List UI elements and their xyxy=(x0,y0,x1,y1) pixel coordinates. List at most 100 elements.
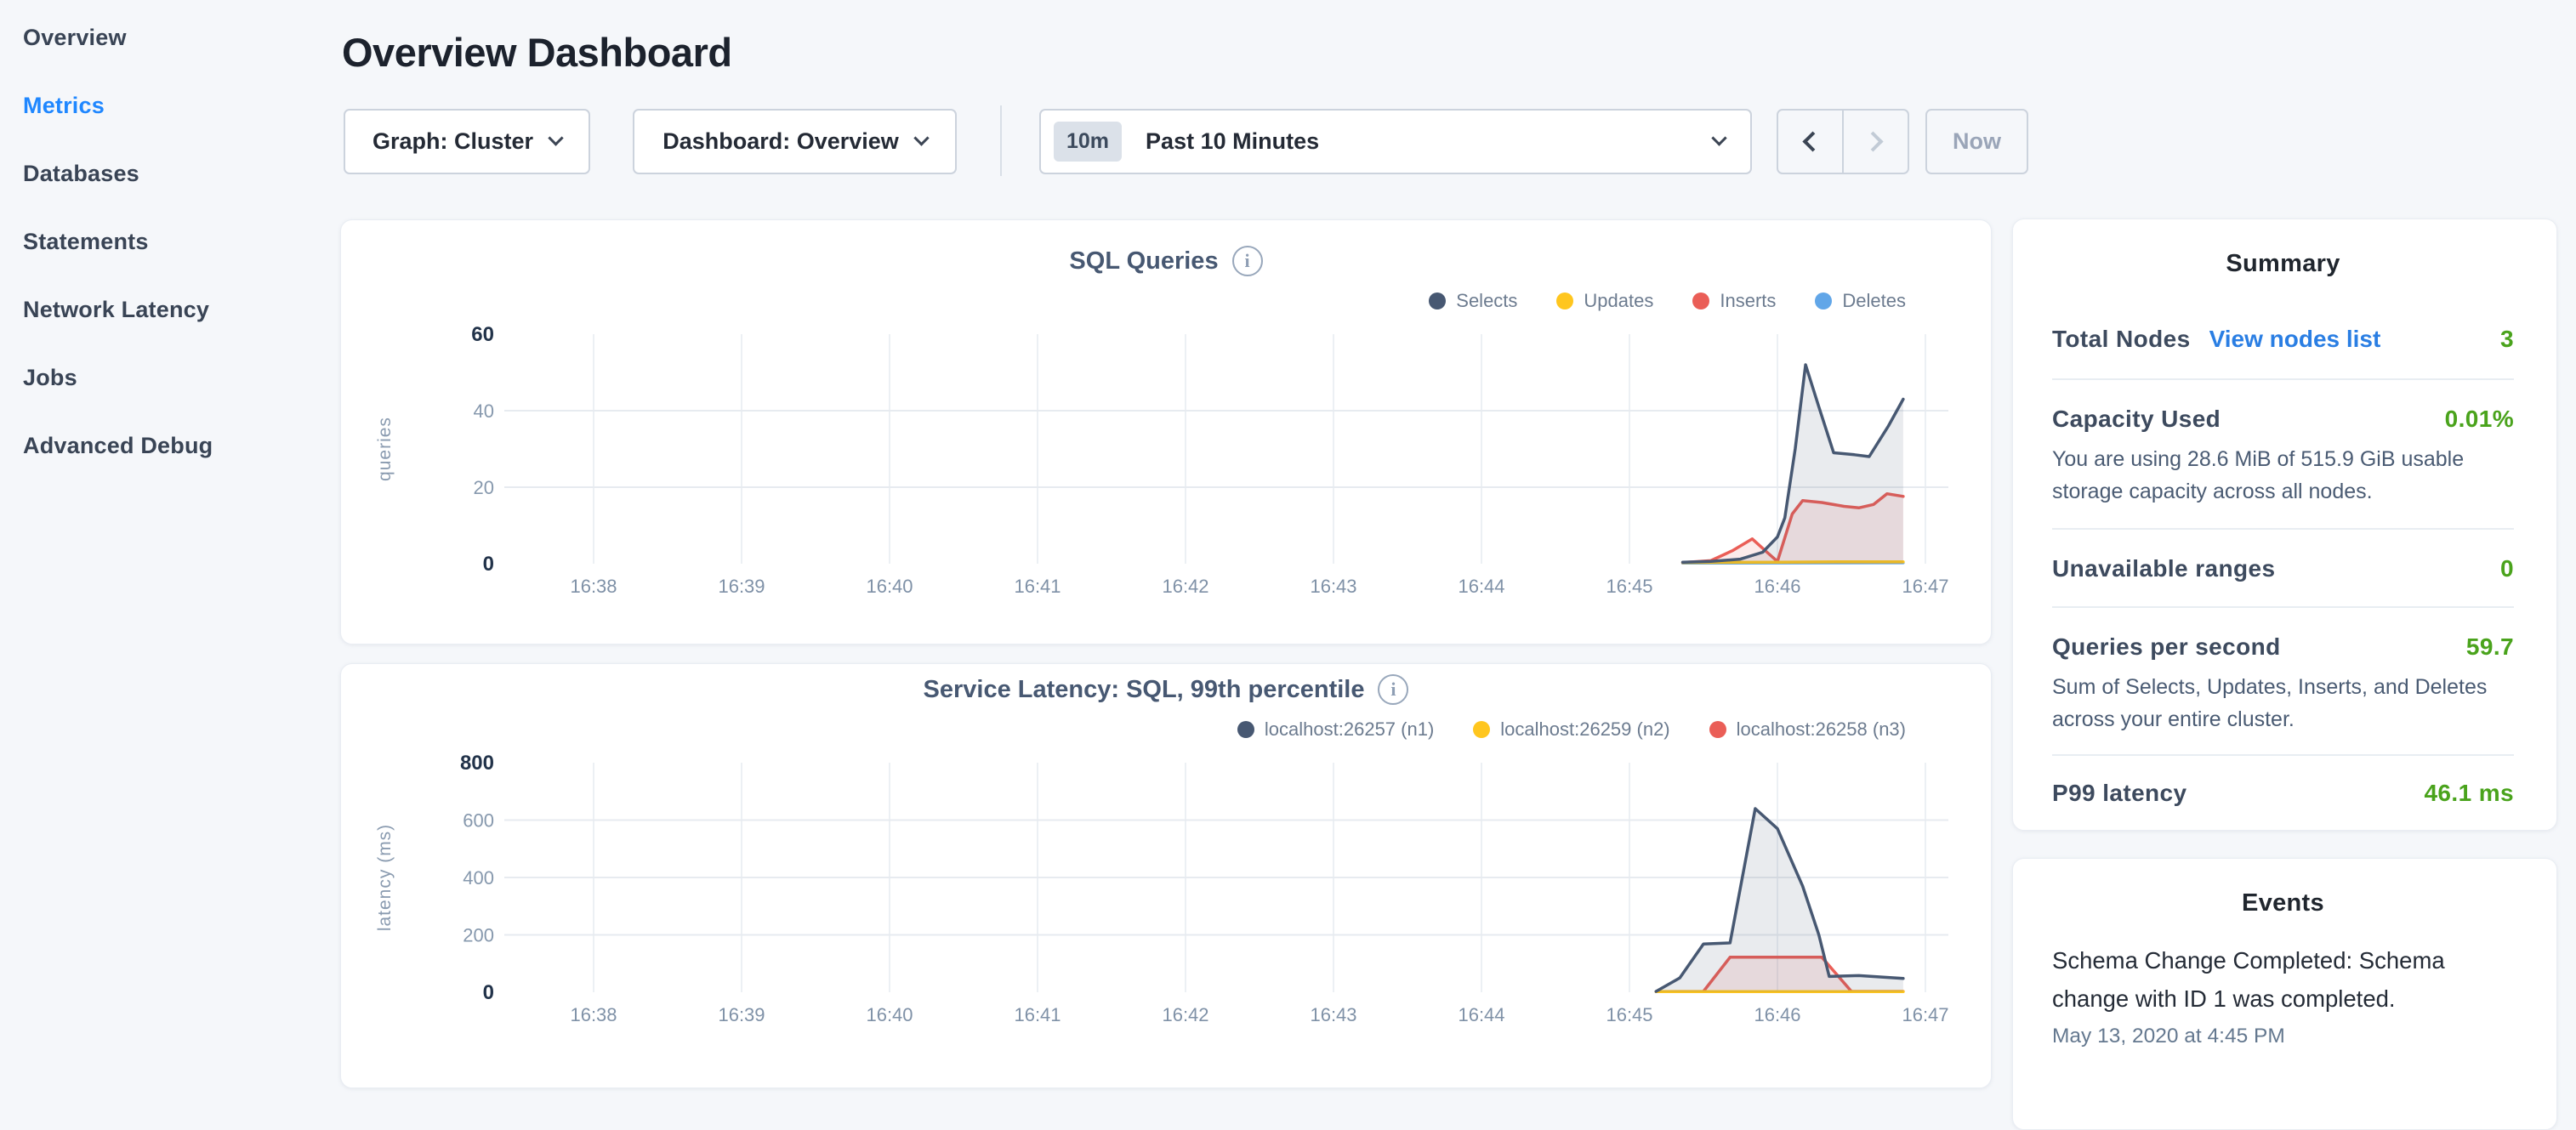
p99-latency-value: 46.1 ms xyxy=(2424,780,2514,807)
qps-label: Queries per second xyxy=(2052,633,2281,661)
summary-title: Summary xyxy=(2052,219,2514,278)
x-axis-tick-label: 16:42 xyxy=(1162,576,1208,597)
event-timestamp: May 13, 2020 at 4:45 PM xyxy=(2052,1025,2514,1048)
graph-scope-dropdown[interactable]: Graph: Cluster xyxy=(344,109,590,174)
sidebar: Overview Metrics Databases Statements Ne… xyxy=(0,3,340,480)
x-axis-tick-label: 16:40 xyxy=(866,1004,913,1025)
legend-label: localhost:26257 (n1) xyxy=(1265,718,1434,741)
x-axis-tick-label: 16:47 xyxy=(1902,1004,1948,1025)
x-axis-tick-label: 16:43 xyxy=(1310,576,1356,597)
chart-title: SQL Queries xyxy=(1069,247,1218,275)
sidebar-item-databases[interactable]: Databases xyxy=(0,139,340,207)
y-axis-tick-label: 0 xyxy=(483,553,494,576)
y-axis-title: queries xyxy=(375,417,395,481)
y-axis-tick-label: 0 xyxy=(483,981,494,1004)
x-axis-tick-label: 16:44 xyxy=(1458,576,1504,597)
service-latency-chart[interactable]: 16:3816:3916:4016:4116:4216:4316:4416:45… xyxy=(358,744,1974,1037)
page-title: Overview Dashboard xyxy=(342,29,732,76)
capacity-used-value: 0.01% xyxy=(2445,406,2514,433)
legend-dot-icon xyxy=(1237,721,1254,738)
capacity-used-label: Capacity Used xyxy=(2052,406,2221,433)
legend-dot-icon xyxy=(1556,292,1573,309)
legend-label: Selects xyxy=(1456,290,1517,312)
legend-dot-icon xyxy=(1473,721,1490,738)
summary-row-qps: Queries per second 59.7 Sum of Selects, … xyxy=(2052,608,2514,756)
y-axis-tick-label: 60 xyxy=(471,323,494,346)
total-nodes-value: 3 xyxy=(2500,326,2514,353)
legend-dot-icon xyxy=(1429,292,1446,309)
sql-queries-chart-card: SQL Queries i SelectsUpdatesInsertsDelet… xyxy=(340,219,1992,644)
total-nodes-label: Total Nodes xyxy=(2052,326,2191,353)
x-axis-tick-label: 16:45 xyxy=(1606,576,1652,597)
capacity-used-description: You are using 28.6 MiB of 515.9 GiB usab… xyxy=(2052,443,2514,508)
sidebar-item-advanced-debug[interactable]: Advanced Debug xyxy=(0,412,340,480)
y-axis-tick-label: 20 xyxy=(474,477,494,498)
legend-item: Selects xyxy=(1429,290,1517,312)
y-axis-title: latency (ms) xyxy=(375,824,395,931)
info-icon[interactable]: i xyxy=(1378,674,1408,705)
legend-item: localhost:26259 (n2) xyxy=(1473,718,1669,741)
sql-queries-chart[interactable]: 16:38 16:39 16:40 16:41 16:42 16:43 16:44 16:45… xyxy=(358,315,1974,609)
unavailable-ranges-label: Unavailable ranges xyxy=(2052,555,2275,582)
graph-scope-label: Graph: Cluster xyxy=(372,128,533,155)
dashboard-label: Dashboard: Overview xyxy=(662,128,899,155)
summary-row-total-nodes: Total Nodes View nodes list 3 xyxy=(2052,278,2514,380)
events-title: Events xyxy=(2052,859,2514,917)
summary-row-unavailable-ranges: Unavailable ranges 0 xyxy=(2052,530,2514,608)
view-nodes-list-link[interactable]: View nodes list xyxy=(2209,326,2381,353)
x-axis-tick-label: 16:38 xyxy=(570,576,617,597)
y-axis-tick-label: 400 xyxy=(463,867,494,889)
sidebar-item-jobs[interactable]: Jobs xyxy=(0,344,340,412)
x-axis-tick-label: 16:39 xyxy=(718,1004,765,1025)
y-axis-tick-label: 200 xyxy=(463,925,494,946)
summary-row-p99: P99 latency 46.1 ms xyxy=(2052,756,2514,807)
x-axis-tick-label: 16:44 xyxy=(1458,1004,1504,1025)
legend-dot-icon xyxy=(1709,721,1726,738)
x-axis-tick-label: 16:40 xyxy=(866,576,913,597)
service-latency-chart-card: Service Latency: SQL, 99th percentile i … xyxy=(340,663,1992,1088)
sidebar-item-overview[interactable]: Overview xyxy=(0,3,340,71)
time-range-dropdown[interactable]: 10m Past 10 Minutes xyxy=(1039,109,1752,174)
time-window-badge: 10m xyxy=(1054,122,1122,162)
summary-row-capacity: Capacity Used 0.01% You are using 28.6 M… xyxy=(2052,380,2514,530)
y-axis-tick-label: 40 xyxy=(474,400,494,422)
y-axis-tick-label: 800 xyxy=(460,752,494,775)
legend-item: Deletes xyxy=(1815,290,1906,312)
toolbar-divider xyxy=(1000,105,1002,176)
x-axis-tick-label: 16:38 xyxy=(570,1004,617,1025)
info-icon[interactable]: i xyxy=(1232,246,1263,276)
legend-label: Deletes xyxy=(1842,290,1906,312)
x-axis-tick-label: 16:39 xyxy=(718,576,765,597)
chart-legend: SelectsUpdatesInsertsDeletes xyxy=(341,288,1906,314)
legend-item: Inserts xyxy=(1692,290,1776,312)
chevron-left-icon xyxy=(1802,131,1823,151)
now-button[interactable]: Now xyxy=(1925,109,2028,174)
time-range-label: Past 10 Minutes xyxy=(1146,128,1714,155)
legend-label: Inserts xyxy=(1720,290,1776,312)
legend-dot-icon xyxy=(1815,292,1832,309)
legend-label: localhost:26259 (n2) xyxy=(1500,718,1669,741)
chevron-down-icon xyxy=(1711,130,1726,145)
x-axis-tick-label: 16:46 xyxy=(1754,576,1800,597)
sidebar-item-network-latency[interactable]: Network Latency xyxy=(0,275,340,344)
time-forward-button[interactable] xyxy=(1844,111,1908,173)
x-axis-tick-label: 16:42 xyxy=(1162,1004,1208,1025)
sidebar-item-metrics[interactable]: Metrics xyxy=(0,71,340,139)
unavailable-ranges-value: 0 xyxy=(2500,555,2514,582)
legend-label: localhost:26258 (n3) xyxy=(1737,718,1906,741)
p99-latency-label: P99 latency xyxy=(2052,780,2187,807)
x-axis-tick-label: 16:41 xyxy=(1014,576,1061,597)
dashboard-dropdown[interactable]: Dashboard: Overview xyxy=(633,109,957,174)
sidebar-item-statements[interactable]: Statements xyxy=(0,207,340,275)
chart-title: Service Latency: SQL, 99th percentile xyxy=(924,676,1365,704)
time-back-button[interactable] xyxy=(1778,111,1844,173)
chart-legend: localhost:26257 (n1) localhost:26259 (n2)… xyxy=(341,717,1906,742)
x-axis-tick-label: 16:41 xyxy=(1014,1004,1061,1025)
time-pager xyxy=(1777,109,1909,174)
qps-description: Sum of Selects, Updates, Inserts, and De… xyxy=(2052,671,2514,735)
event-message[interactable]: Schema Change Completed: Schema change w… xyxy=(2052,941,2514,1018)
x-axis-tick-label: 16:45 xyxy=(1606,1004,1652,1025)
chevron-down-icon xyxy=(548,130,563,145)
chevron-right-icon xyxy=(1862,131,1883,151)
summary-panel: Summary Total Nodes View nodes list 3 Ca… xyxy=(2012,219,2557,831)
